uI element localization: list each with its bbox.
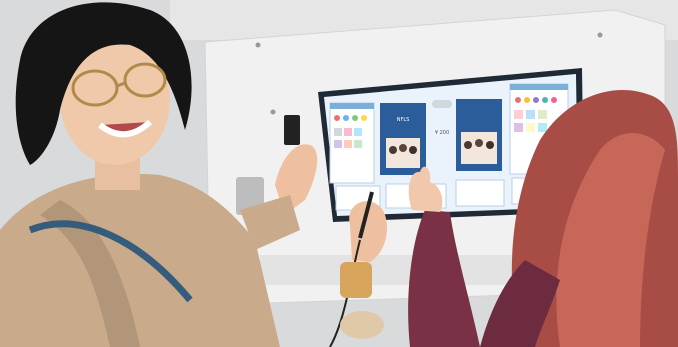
card-slot [284, 115, 300, 145]
swatch[interactable] [334, 128, 342, 136]
swatch[interactable] [361, 115, 367, 121]
swatch[interactable] [334, 115, 340, 121]
swatch[interactable] [354, 140, 362, 148]
face [486, 141, 494, 149]
swatch[interactable] [515, 97, 521, 103]
photo-scene: NFLS ¥ 200 [0, 0, 678, 347]
face [399, 144, 407, 152]
swatch[interactable] [514, 110, 523, 119]
swatch[interactable] [344, 140, 352, 148]
swatch[interactable] [526, 110, 535, 119]
swatch[interactable] [524, 97, 530, 103]
swatch[interactable] [343, 115, 349, 121]
screw [270, 109, 276, 115]
swatch[interactable] [354, 128, 362, 136]
plush-keychain [340, 311, 384, 339]
swatch[interactable] [352, 115, 358, 121]
face [409, 146, 417, 154]
swatch[interactable] [334, 140, 342, 148]
swatch[interactable] [533, 97, 539, 103]
bracelet [340, 262, 372, 298]
face [389, 146, 397, 154]
screw [255, 42, 261, 48]
swatch[interactable] [538, 123, 547, 132]
swatch[interactable] [542, 97, 548, 103]
swatch[interactable] [538, 110, 547, 119]
screw [597, 32, 603, 38]
swatch[interactable] [514, 123, 523, 132]
swatch[interactable] [344, 128, 352, 136]
left-panel-header [330, 103, 374, 109]
swatch[interactable] [526, 123, 535, 132]
right-panel-header [510, 84, 568, 90]
face [475, 139, 483, 147]
face [464, 141, 472, 149]
price-text: ¥ 200 [435, 130, 449, 136]
card-title-text: NFLS [397, 117, 410, 123]
bottom-option-panel[interactable] [455, 179, 505, 207]
swatch[interactable] [551, 97, 557, 103]
price-pill [432, 100, 452, 108]
